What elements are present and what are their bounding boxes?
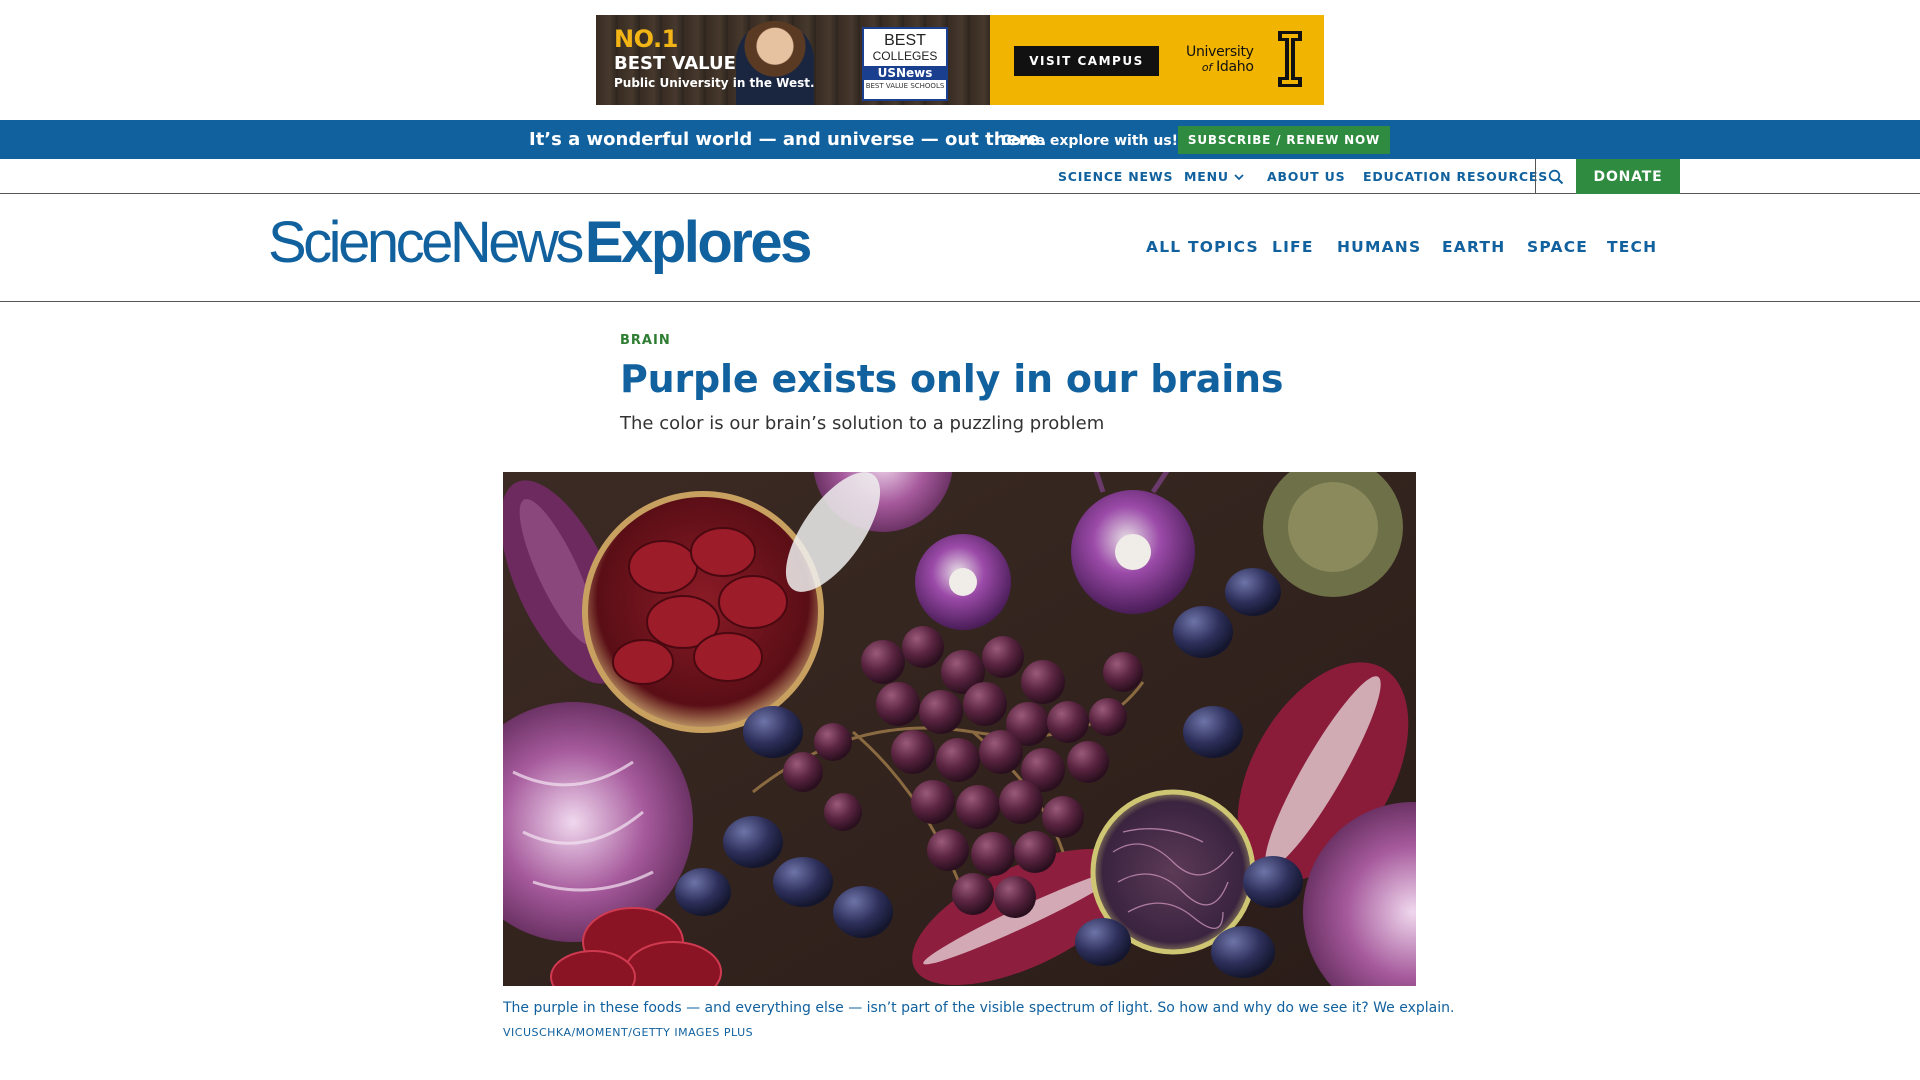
nav-tech[interactable]: TECH — [1607, 238, 1657, 256]
article-kicker[interactable]: BRAIN — [620, 333, 671, 348]
hero-credit: VICUSCHKA/MOMENT/GETTY IMAGES PLUS — [503, 1026, 754, 1039]
site-header: ScienceNews Explores ALL TOPICS LIFE HUMA… — [0, 195, 1920, 302]
logo-part-explores: Explores — [584, 210, 813, 275]
subscribe-button[interactable]: SUBSCRIBE / RENEW NOW — [1178, 126, 1390, 154]
utility-nav: SCIENCE NEWS MENU ABOUT US EDUCATION RES… — [0, 159, 1920, 194]
site-logo[interactable]: ScienceNews Explores — [268, 209, 813, 279]
ad-brand-name: Idaho — [1216, 59, 1254, 75]
ad-subline: Public University in the West. — [614, 76, 815, 90]
purple-foods-illustration — [503, 472, 1416, 986]
ad-badge-line1: BEST — [884, 32, 926, 49]
promo-bar: It’s a wonderful world — and universe — … — [0, 120, 1920, 159]
util-menu-button[interactable]: MENU — [1184, 169, 1245, 184]
ad-badge-line2: COLLEGES — [872, 49, 938, 63]
search-button[interactable] — [1535, 159, 1576, 194]
ad-brand-line1: University — [1186, 44, 1254, 60]
ad-banner[interactable]: NO.1 BEST VALUE Public University in the… — [596, 15, 1324, 105]
hero-image — [503, 472, 1416, 986]
logo-part-sciencenews: ScienceNews — [268, 210, 584, 275]
ad-brand-line2: of Idaho — [1186, 60, 1254, 75]
ad-badge-small: BEST VALUE SCHOOLS — [865, 82, 945, 90]
visit-campus-button[interactable]: VISIT CAMPUS — [1014, 46, 1159, 76]
search-icon — [1548, 169, 1564, 184]
util-link-science-news[interactable]: SCIENCE NEWS — [1058, 169, 1173, 184]
util-link-about-us[interactable]: ABOUT US — [1267, 169, 1345, 184]
nav-all-topics[interactable]: ALL TOPICS — [1146, 238, 1259, 256]
ad-brand-of: of — [1201, 61, 1212, 74]
promo-small-text: Come explore with us! — [1001, 133, 1179, 149]
article-dek: The color is our brain’s solution to a p… — [620, 413, 1105, 434]
promo-main-text: It’s a wonderful world — and universe — … — [529, 129, 1047, 150]
article-title: Purple exists only in our brains — [620, 357, 1284, 401]
ad-student-photo — [736, 21, 814, 105]
ad-university-logo: University of Idaho — [1186, 45, 1254, 75]
util-menu-label: MENU — [1184, 169, 1229, 184]
ad-usnews-badge: BEST COLLEGES USNews BEST VALUE SCHOOLS — [862, 27, 948, 101]
nav-space[interactable]: SPACE — [1527, 238, 1588, 256]
university-i-logo-icon — [1278, 31, 1302, 87]
nav-earth[interactable]: EARTH — [1442, 238, 1505, 256]
ad-headline-best-value: BEST VALUE — [614, 53, 736, 74]
ad-headline-no1: NO.1 — [614, 25, 678, 53]
nav-humans[interactable]: HUMANS — [1337, 238, 1421, 256]
hero-caption: The purple in these foods — and everythi… — [503, 1000, 1455, 1016]
util-link-education-resources[interactable]: EDUCATION RESOURCES — [1363, 169, 1548, 184]
chevron-down-icon — [1234, 173, 1244, 180]
ad-cta-panel[interactable]: VISIT CAMPUS University of Idaho — [990, 15, 1324, 105]
donate-button[interactable]: DONATE — [1576, 159, 1680, 194]
ad-badge-brand: USNews — [864, 66, 946, 80]
ad-image-panel[interactable]: NO.1 BEST VALUE Public University in the… — [596, 15, 990, 105]
nav-life[interactable]: LIFE — [1272, 238, 1314, 256]
